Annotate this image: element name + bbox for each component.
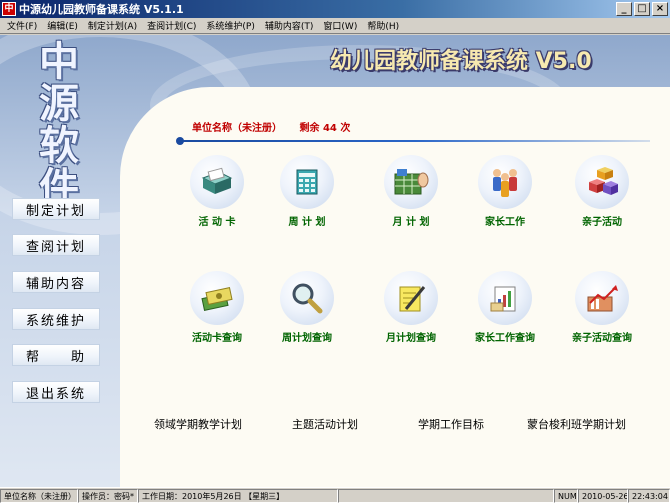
status-time: 22:43:04 <box>628 488 670 503</box>
minimize-button[interactable]: _ <box>616 2 632 16</box>
nav-exit[interactable]: 退出系统 <box>12 381 100 403</box>
nav-help[interactable]: 帮 助 <box>12 344 100 366</box>
feature-weekly-plan-query[interactable]: 周计划查询 <box>262 271 352 344</box>
menu-file[interactable]: 文件(F) <box>2 19 42 32</box>
feature-label: 家长工作 <box>485 217 525 228</box>
people-group-icon <box>493 169 517 197</box>
feature-label: 亲子活动 <box>582 217 622 228</box>
feature-monthly-plan-query[interactable]: 月计划查询 <box>366 271 456 344</box>
menu-maintenance[interactable]: 系统维护(P) <box>201 19 259 32</box>
menu-edit[interactable]: 编辑(E) <box>42 19 83 32</box>
cubes-icon <box>589 167 618 195</box>
feature-parent-child-activity-query[interactable]: 亲子活动查询 <box>557 271 647 344</box>
plan-domain-semester[interactable]: 领域学期教学计划 <box>154 416 242 432</box>
menu-bar: 文件(F) 编辑(E) 制定计划(A) 查阅计划(C) 系统维护(P) 辅助内容… <box>0 18 670 34</box>
maximize-button[interactable]: □ <box>634 2 650 16</box>
menu-make-plan[interactable]: 制定计划(A) <box>83 19 142 32</box>
status-date: 2010-05-26 <box>578 488 628 503</box>
menu-view-plan[interactable]: 查阅计划(C) <box>142 19 201 32</box>
menu-aux[interactable]: 辅助内容(T) <box>260 19 319 32</box>
feature-label: 亲子活动查询 <box>572 333 632 344</box>
feature-weekly-plan[interactable]: 周 计 划 <box>262 155 352 228</box>
window-title: 中源幼儿园教师备课系统 V5.1.1 <box>19 3 184 16</box>
feature-activity-card-query[interactable]: 活动卡查询 <box>172 271 262 344</box>
menu-window[interactable]: 窗口(W) <box>318 19 362 32</box>
feature-label: 月计划查询 <box>386 333 436 344</box>
main-area: 中源软件 幼儿园教师备课系统 V5.0 制定计划 查阅计划 辅助内容 系统维护 … <box>0 35 670 487</box>
status-num-lock: NUM <box>554 488 578 503</box>
status-bar: 单位名称（未注册） 操作员：密码* 工作日期：2010年5月26日 【星期三】 … <box>0 487 670 503</box>
card-box-icon <box>201 167 233 194</box>
spreadsheet-hand-icon <box>394 169 429 195</box>
feature-label: 月 计 划 <box>392 217 430 228</box>
feature-label: 周计划查询 <box>282 333 332 344</box>
plan-theme-activity[interactable]: 主题活动计划 <box>292 416 358 432</box>
calendar-grid-icon <box>296 169 318 195</box>
nav-view-plan[interactable]: 查阅计划 <box>12 234 100 256</box>
close-button[interactable]: × <box>652 2 668 16</box>
chart-document-icon <box>490 286 516 312</box>
magnifier-icon <box>292 283 323 314</box>
feature-parent-work-query[interactable]: 家长工作查询 <box>460 271 550 344</box>
unit-name: 单位名称（未注册） <box>192 123 282 134</box>
status-operator: 操作员：密码* <box>78 488 138 503</box>
remaining-count: 剩余 44 次 <box>299 123 351 134</box>
pencil-note-icon <box>399 286 426 312</box>
feature-label: 周 计 划 <box>288 217 326 228</box>
plan-montessori[interactable]: 蒙台梭利班学期计划 <box>527 416 626 432</box>
nav-aux-content[interactable]: 辅助内容 <box>12 271 100 293</box>
feature-label: 活 动 卡 <box>198 217 236 228</box>
feature-label: 活动卡查询 <box>192 333 242 344</box>
brand-logo: 中源软件 <box>39 38 79 211</box>
feature-label: 家长工作查询 <box>475 333 535 344</box>
divider-line <box>176 137 650 145</box>
feature-monthly-plan[interactable]: 月 计 划 <box>366 155 456 228</box>
plan-semester-goals[interactable]: 学期工作目标 <box>418 416 484 432</box>
registration-info: 单位名称（未注册） 剩余 44 次 <box>192 119 364 134</box>
feature-parent-work[interactable]: 家长工作 <box>460 155 550 228</box>
feature-parent-child-activity[interactable]: 亲子活动 <box>557 155 647 228</box>
status-work-date: 工作日期：2010年5月26日 【星期三】 <box>138 488 338 503</box>
nav-make-plan[interactable]: 制定计划 <box>12 198 100 220</box>
app-icon: 中 <box>2 2 16 16</box>
title-bar: 中 中源幼儿园教师备课系统 V5.1.1 _ □ × <box>0 0 670 18</box>
trend-chart-icon <box>587 285 618 312</box>
menu-help[interactable]: 帮助(H) <box>362 19 404 32</box>
status-unit: 单位名称（未注册） <box>0 488 78 503</box>
money-stack-icon <box>201 287 233 311</box>
status-spacer <box>338 488 554 503</box>
product-title: 幼儿园教师备课系统 V5.0 <box>330 49 592 74</box>
nav-maintenance[interactable]: 系统维护 <box>12 308 100 330</box>
feature-activity-card[interactable]: 活 动 卡 <box>172 155 262 228</box>
